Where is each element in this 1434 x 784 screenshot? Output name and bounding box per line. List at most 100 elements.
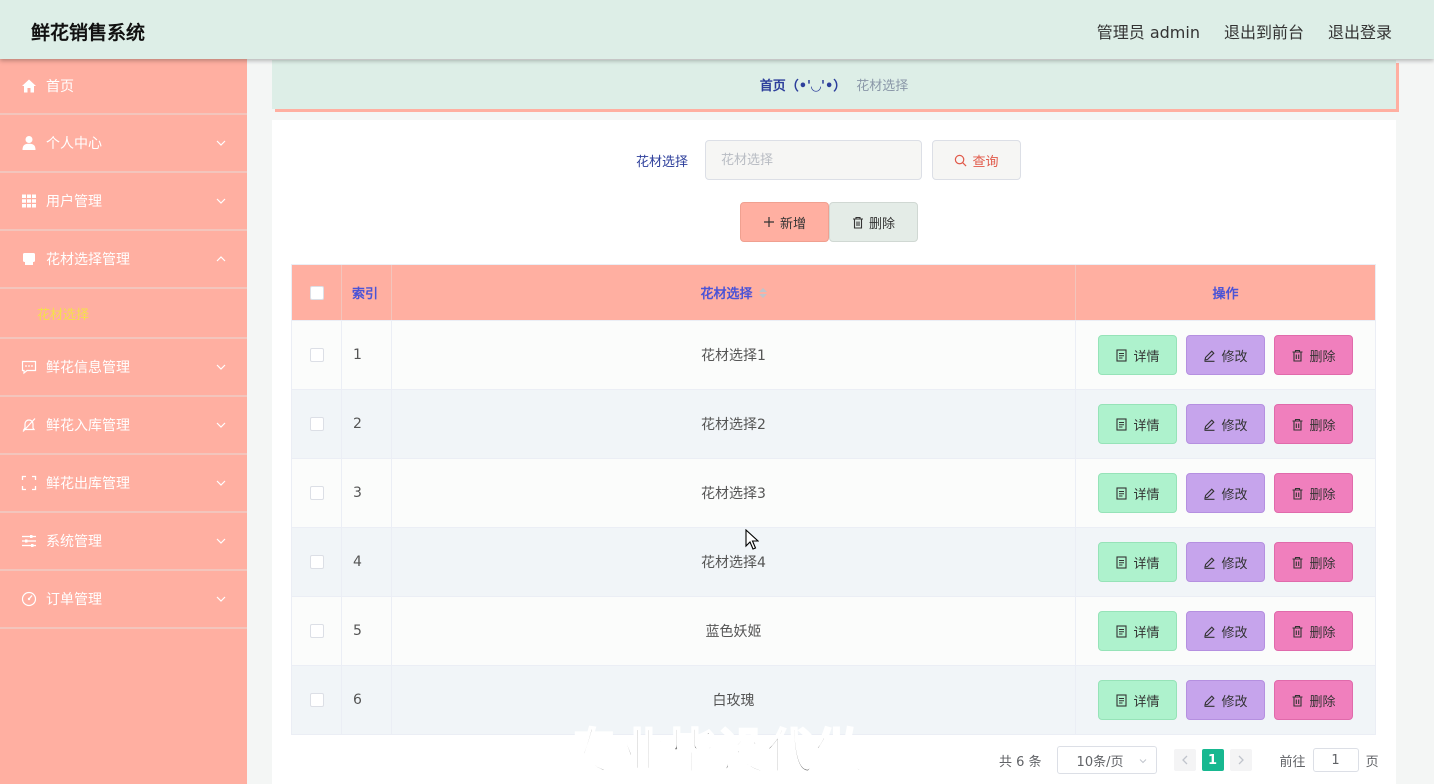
delete-button-label: 删除	[1309, 694, 1336, 710]
logout-link[interactable]: 退出登录	[1328, 19, 1392, 43]
delete-button-label: 删除	[1309, 418, 1336, 434]
row-index: 1	[342, 321, 392, 389]
breadcrumb-home-link[interactable]: 首页（•'◡'•）	[760, 75, 847, 94]
search-label: 花材选择	[636, 155, 689, 170]
detail-button-label: 详情	[1133, 625, 1160, 641]
goto-page-input[interactable]	[1312, 748, 1359, 772]
batch-delete-button[interactable]: 删除	[829, 202, 918, 242]
sidebar-item-label: 系统管理	[46, 534, 102, 550]
header-name[interactable]: 花材选择	[392, 265, 1076, 320]
document-icon	[1116, 624, 1128, 638]
trash-icon	[1292, 625, 1303, 638]
edit-button[interactable]: 修改	[1186, 335, 1265, 375]
edit-button-label: 修改	[1221, 694, 1248, 710]
sidebar-item-system-management[interactable]: 系统管理	[0, 513, 247, 571]
query-button[interactable]: 查询	[932, 140, 1021, 180]
edit-button[interactable]: 修改	[1186, 542, 1265, 582]
row-checkbox[interactable]	[309, 417, 324, 431]
prev-page-button[interactable]	[1173, 749, 1196, 771]
row-actions: 详情 修改 删除	[1076, 321, 1375, 389]
trash-icon	[1292, 694, 1303, 707]
row-actions: 详情 修改 删除	[1076, 597, 1375, 665]
row-checkbox-cell	[292, 597, 342, 665]
edit-button-label: 修改	[1221, 349, 1248, 365]
row-name: 花材选择4	[392, 528, 1076, 596]
delete-button[interactable]: 删除	[1274, 473, 1353, 513]
chevron-left-icon	[1181, 755, 1188, 765]
delete-button-label: 删除	[1309, 487, 1336, 503]
search-bar: 花材选择 查询	[272, 140, 1396, 180]
next-page-button[interactable]	[1229, 749, 1252, 771]
delete-button[interactable]: 删除	[1274, 404, 1353, 444]
detail-button[interactable]: 详情	[1098, 680, 1177, 720]
edit-button[interactable]: 修改	[1186, 404, 1265, 444]
table-row: 3 花材选择3 详情 修改 删除	[292, 458, 1375, 527]
sidebar-item-stock-in-management[interactable]: 鲜花入库管理	[0, 397, 247, 455]
detail-button[interactable]: 详情	[1098, 473, 1177, 513]
delete-button-label: 删除	[1309, 556, 1336, 572]
pencil-icon	[1204, 349, 1216, 362]
chevron-down-icon	[216, 480, 226, 486]
detail-button-label: 详情	[1133, 349, 1160, 365]
row-index: 4	[342, 528, 392, 596]
table-body: 1 花材选择1 详情 修改 删除 2 花材选择2 详情 修改 删除 3 花材选择3 详情 修改 删除 4 花材选…	[292, 320, 1375, 734]
document-icon	[1116, 693, 1128, 707]
delete-button[interactable]: 删除	[1274, 680, 1353, 720]
page-size-select[interactable]: 10条/页	[1056, 746, 1157, 774]
detail-button-label: 详情	[1133, 694, 1160, 710]
pagination: 共 6 条 10条/页 1 前往 页	[999, 746, 1379, 774]
delete-button[interactable]: 删除	[1274, 335, 1353, 375]
search-input[interactable]	[705, 140, 922, 180]
detail-button[interactable]: 详情	[1098, 542, 1177, 582]
delete-button[interactable]: 删除	[1274, 611, 1353, 651]
row-checkbox-cell	[292, 390, 342, 458]
sidebar-item-user-management[interactable]: 用户管理	[0, 173, 247, 231]
sidebar-subitem-flower-material[interactable]: 花材选择	[0, 289, 247, 339]
search-icon	[955, 154, 967, 166]
row-checkbox[interactable]	[309, 348, 324, 362]
top-header: 鲜花销售系统 管理员 admin 退出到前台 退出登录	[0, 0, 1434, 59]
box-icon	[21, 251, 37, 267]
chevron-down-icon	[1139, 759, 1146, 764]
row-name: 花材选择1	[392, 321, 1076, 389]
sidebar-item-order-management[interactable]: 订单管理	[0, 571, 247, 629]
sidebar-item-personal-center[interactable]: 个人中心	[0, 115, 247, 173]
pencil-icon	[1204, 625, 1216, 638]
chevron-down-icon	[216, 140, 226, 146]
chevron-down-icon	[216, 364, 226, 370]
app-title: 鲜花销售系统	[31, 22, 146, 44]
add-button[interactable]: 新增	[740, 202, 829, 242]
chat-icon	[21, 359, 37, 375]
row-checkbox-cell	[292, 321, 342, 389]
page-number-current[interactable]: 1	[1201, 749, 1224, 771]
pencil-icon	[1204, 556, 1216, 569]
pencil-icon	[1204, 418, 1216, 431]
delete-button[interactable]: 删除	[1274, 542, 1353, 582]
edit-button[interactable]: 修改	[1186, 473, 1265, 513]
plus-icon	[763, 217, 774, 227]
row-checkbox[interactable]	[309, 693, 324, 707]
goto-page: 前往 页	[1280, 748, 1379, 772]
sidebar-item-home[interactable]: 首页	[0, 59, 247, 115]
select-all-checkbox[interactable]	[309, 285, 324, 300]
detail-button[interactable]: 详情	[1098, 404, 1177, 444]
row-actions: 详情 修改 删除	[1076, 666, 1375, 734]
chevron-down-icon	[216, 422, 226, 428]
edit-button[interactable]: 修改	[1186, 611, 1265, 651]
goto-prefix: 前往	[1279, 754, 1306, 770]
sidebar-item-flower-material-management[interactable]: 花材选择管理	[0, 231, 247, 289]
exit-to-front-link[interactable]: 退出到前台	[1224, 19, 1304, 43]
row-checkbox[interactable]	[309, 486, 324, 500]
row-checkbox-cell	[292, 528, 342, 596]
table-row: 4 花材选择4 详情 修改 删除	[292, 527, 1375, 596]
detail-button[interactable]: 详情	[1098, 611, 1177, 651]
row-name: 蓝色妖姬	[392, 597, 1076, 665]
row-checkbox[interactable]	[309, 555, 324, 569]
row-checkbox[interactable]	[309, 624, 324, 638]
sidebar-item-stock-out-management[interactable]: 鲜花出库管理	[0, 455, 247, 513]
detail-button[interactable]: 详情	[1098, 335, 1177, 375]
sort-icon[interactable]	[758, 287, 767, 298]
breadcrumb-current: 花材选择	[856, 79, 909, 94]
edit-button[interactable]: 修改	[1186, 680, 1265, 720]
sidebar-item-flower-info-management[interactable]: 鲜花信息管理	[0, 339, 247, 397]
